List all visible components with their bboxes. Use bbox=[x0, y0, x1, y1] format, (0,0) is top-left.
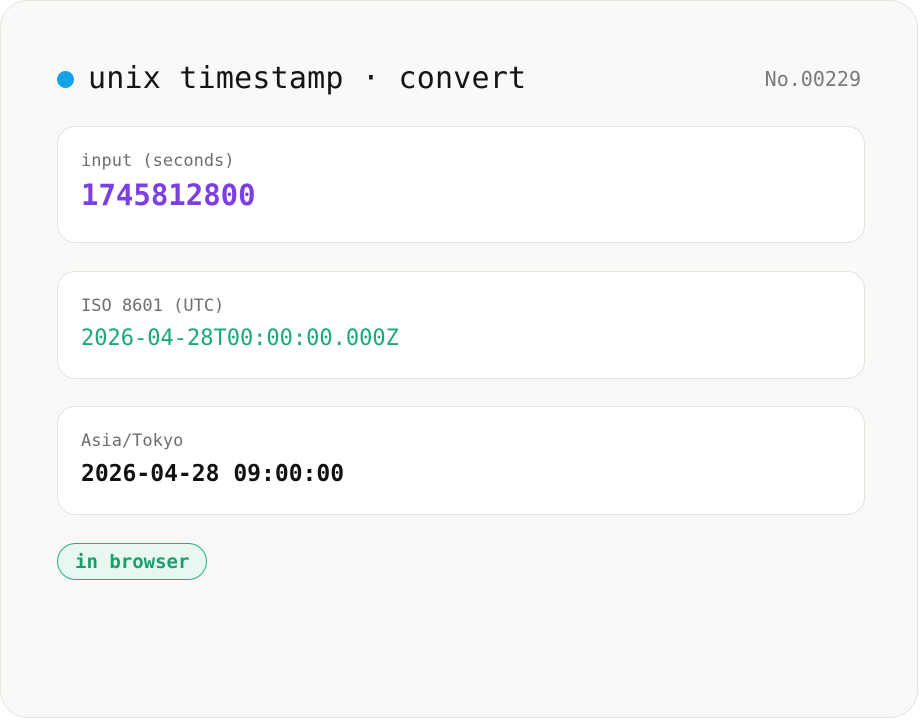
iso-label: ISO 8601 (UTC) bbox=[81, 296, 225, 316]
iso-output-field: ISO 8601 (UTC) 2026-04-28T00:00:00.000Z bbox=[57, 271, 865, 379]
timezone-label: Asia/Tokyo bbox=[81, 431, 184, 451]
title-group: unix timestamp · convert bbox=[57, 64, 526, 94]
status-dot-icon bbox=[57, 70, 74, 88]
page-title: unix timestamp · convert bbox=[88, 61, 527, 96]
record-number: No.00229 bbox=[764, 67, 861, 91]
converter-card: unix timestamp · convert No.00229 input … bbox=[0, 0, 918, 718]
timestamp-input-value[interactable]: 1745812800 bbox=[81, 178, 841, 212]
header: unix timestamp · convert No.00229 bbox=[57, 57, 861, 101]
timestamp-input-field[interactable]: input (seconds) 1745812800 bbox=[57, 126, 865, 243]
input-label: input (seconds) bbox=[81, 151, 235, 171]
environment-badge: in browser bbox=[57, 543, 208, 580]
timezone-value: 2026-04-28 09:00:00 bbox=[81, 461, 345, 487]
iso-value: 2026-04-28T00:00:00.000Z bbox=[81, 326, 399, 351]
timezone-output-field: Asia/Tokyo 2026-04-28 09:00:00 bbox=[57, 406, 865, 515]
